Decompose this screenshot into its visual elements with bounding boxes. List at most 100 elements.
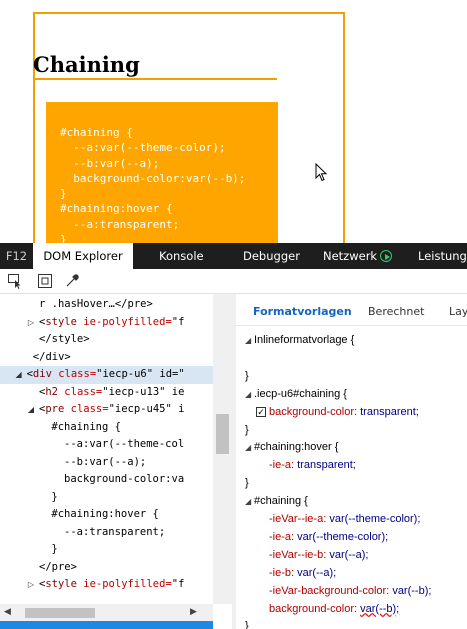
dom-node-text: #chaining:hover { — [51, 506, 158, 524]
dom-tree-row[interactable]: --a:var(--theme-col — [0, 436, 213, 454]
dom-tree-panel: r .hasHover…</pre> ▷ <style ie-polyfilled=… — [0, 294, 232, 629]
tab-f12[interactable]: F12 — [0, 243, 33, 269]
dom-vertical-scroll-thumb[interactable] — [216, 414, 229, 454]
css-property[interactable]: -ieVar-background-color: var(--b); — [269, 583, 431, 601]
tab-debugger[interactable]: Debugger — [243, 243, 300, 269]
css-property[interactable]: -ie-b: var(--a); — [269, 565, 336, 583]
collapse-rule-icon[interactable]: ◢ — [245, 332, 251, 350]
dom-tree-row[interactable]: #chaining:hover { — [0, 506, 213, 524]
dom-node-text: <style ie-polyfilled="f — [39, 314, 184, 332]
dom-tree-row[interactable]: ▷ <style ie-polyfilled="f — [0, 314, 213, 332]
css-property-value: var(--b); — [360, 602, 400, 615]
tab-layout[interactable]: Lay — [449, 305, 467, 318]
style-rule-row[interactable]: } — [236, 618, 467, 629]
color-picker-icon[interactable] — [64, 273, 80, 289]
property-checkbox[interactable]: ✓ — [256, 406, 266, 417]
style-rule-row[interactable]: } — [236, 422, 467, 440]
dom-node-prefix: </style> — [39, 333, 90, 345]
code-line: } — [60, 187, 67, 201]
dom-horizontal-scrollbar[interactable]: ◀ ▶ — [0, 604, 213, 621]
expand-arrow-icon[interactable]: ▷ — [26, 576, 36, 594]
code-line: background-color:var(--b); — [60, 171, 246, 185]
dom-attr-value: "f — [171, 315, 185, 328]
css-property-name: -ieVar--ie-b: — [269, 548, 327, 561]
style-rule-row[interactable]: } — [236, 368, 467, 386]
dom-tree-row[interactable]: } — [0, 541, 213, 559]
style-rule-row[interactable]: ◢ #chaining:hover { — [236, 439, 467, 457]
tab-dom-explorer[interactable]: DOM Explorer — [33, 243, 133, 269]
collapse-arrow-icon[interactable]: ◢ — [14, 366, 24, 384]
style-rule-row[interactable]: ◢ .iecp-u6#chaining { — [236, 386, 467, 404]
dom-tree-row[interactable]: r .hasHover…</pre> — [0, 296, 213, 314]
highlight-box-icon[interactable] — [37, 273, 53, 289]
dom-node-text: </pre> — [39, 559, 77, 577]
dom-node-prefix: --a:var(--theme-col — [51, 438, 185, 450]
style-rule-row[interactable]: } — [236, 475, 467, 493]
dom-attr-name: class= — [57, 385, 103, 398]
tab-console[interactable]: Konsole — [159, 243, 204, 269]
dom-attr-value: "iecp-u45" i — [108, 403, 185, 415]
dom-tree-row[interactable]: ▷ <style ie-polyfilled="f — [0, 576, 213, 594]
style-rule-row[interactable]: background-color: var(--b); — [236, 601, 467, 619]
collapse-arrow-icon[interactable]: ◢ — [26, 401, 36, 419]
dom-node-text: <style ie-polyfilled="f — [39, 576, 184, 594]
collapse-rule-icon[interactable]: ◢ — [245, 439, 251, 457]
style-rule-row[interactable]: -ie-a: var(--theme-color); — [236, 529, 467, 547]
tab-computed[interactable]: Berechnet — [368, 305, 424, 318]
dom-tag-name: style — [45, 315, 77, 328]
dom-tree-row[interactable]: <h2 class="iecp-u13" ie — [0, 384, 213, 402]
play-icon — [380, 250, 393, 262]
css-property-value: var(--a); — [329, 548, 369, 561]
select-element-icon[interactable] — [7, 273, 23, 289]
dom-tree-row[interactable]: ◢ <pre class="iecp-u45" i — [0, 401, 213, 419]
dom-tree-row[interactable]: background-color:va — [0, 471, 213, 489]
css-property-value: transparent; — [297, 459, 356, 472]
scroll-left-icon[interactable]: ◀ — [4, 607, 11, 617]
expand-arrow-icon[interactable]: ▷ — [26, 314, 36, 332]
dom-tree-row[interactable]: </pre> — [0, 559, 213, 577]
tab-styles[interactable]: Formatvorlagen — [253, 305, 352, 318]
page-heading: Chaining — [33, 52, 140, 77]
style-rule-row[interactable]: ◢ Inlineformatvorlage { — [236, 332, 467, 350]
style-rule-row[interactable]: -ieVar-background-color: var(--b); — [236, 583, 467, 601]
dom-tree-row[interactable]: </style> — [0, 331, 213, 349]
dom-tree-row[interactable]: --a:transparent; — [0, 524, 213, 542]
style-rule-row[interactable]: -ieVar--ie-a: var(--theme-color); — [236, 511, 467, 529]
dom-tag-name: style — [45, 578, 77, 590]
css-property[interactable]: -ieVar--ie-b: var(--a); — [269, 547, 368, 565]
style-rule-row[interactable]: ✓ background-color: transparent; — [236, 404, 467, 422]
scroll-right-icon[interactable]: ▶ — [190, 607, 197, 617]
tab-network[interactable]: Netzwerk — [323, 243, 393, 269]
css-property-name: -ie-a: — [269, 459, 295, 472]
tab-network-label: Netzwerk — [323, 249, 378, 263]
dom-node-prefix: </div> — [32, 350, 71, 363]
dom-node-text: --a:var(--theme-col — [51, 436, 184, 454]
dom-horizontal-scroll-thumb[interactable] — [25, 608, 95, 618]
dom-node-text: r .hasHover…</pre> — [39, 296, 153, 314]
dom-tree-row[interactable]: } — [0, 489, 213, 507]
dom-tree-row[interactable]: #chaining { — [0, 419, 213, 437]
tab-performance[interactable]: Leistung — [418, 243, 467, 269]
code-line: } — [60, 233, 67, 243]
dom-tree-row[interactable]: --b:var(--a); — [0, 454, 213, 472]
closing-brace: } — [245, 620, 249, 629]
css-property[interactable]: -ie-a: transparent; — [269, 457, 356, 475]
dom-tree-row[interactable]: ◢ <div class="iecp-u6" id=" — [0, 366, 213, 384]
style-rule-row[interactable]: ◢ #chaining { — [236, 493, 467, 511]
chaining-code-box[interactable]: #chaining { --a:var(--theme-color); --b:… — [46, 102, 278, 243]
style-rule-row[interactable]: -ie-b: var(--a); — [236, 565, 467, 583]
css-property[interactable]: -ieVar--ie-a: var(--theme-color); — [269, 511, 420, 529]
css-property[interactable]: background-color: transparent; — [269, 404, 419, 422]
style-rule-row[interactable]: -ie-a: transparent; — [236, 457, 467, 475]
dom-node-prefix: --b:var(--a); — [51, 455, 147, 468]
css-property[interactable]: background-color: var(--b); — [269, 601, 399, 619]
collapse-rule-icon[interactable]: ◢ — [245, 386, 251, 404]
collapse-rule-icon[interactable]: ◢ — [245, 493, 251, 511]
dom-tree[interactable]: r .hasHover…</pre> ▷ <style ie-polyfilled=… — [0, 294, 213, 604]
css-property[interactable]: -ie-a: var(--theme-color); — [269, 529, 388, 547]
dom-vertical-scrollbar[interactable] — [213, 294, 232, 604]
dom-node-text: } — [51, 541, 57, 559]
style-rule-row[interactable]: -ieVar--ie-b: var(--a); — [236, 547, 467, 565]
styles-tab-bar: Formatvorlagen Berechnet Lay — [236, 294, 467, 326]
dom-tree-row[interactable]: </div> — [0, 349, 213, 367]
